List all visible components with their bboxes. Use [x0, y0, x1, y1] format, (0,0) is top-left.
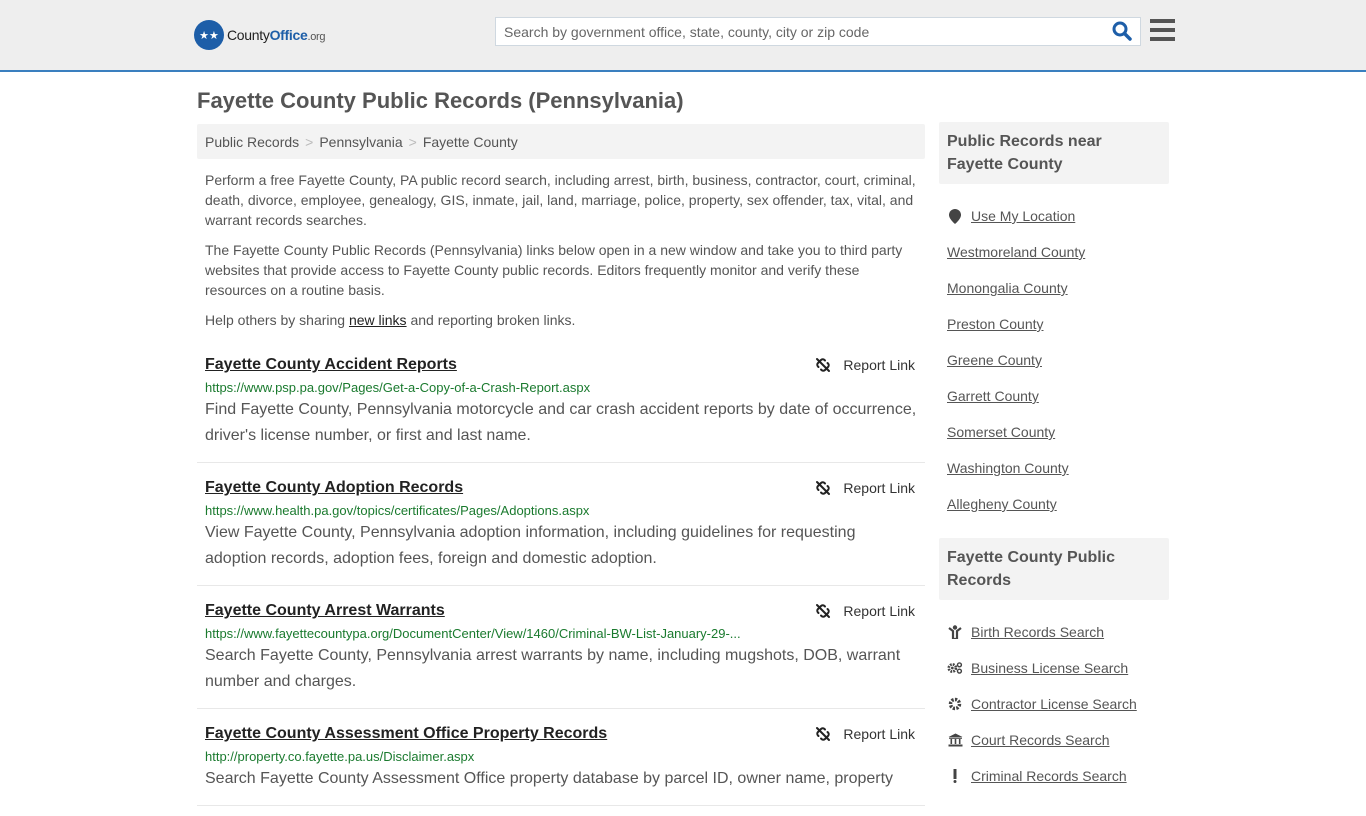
- nearby-records-heading: Public Records near Fayette County: [939, 122, 1169, 184]
- county-record-link[interactable]: Contractor License Search: [971, 696, 1137, 712]
- county-records-list: Birth Records Search Business License Sea…: [939, 614, 1169, 794]
- search-box: [495, 17, 1141, 46]
- nearby-county-link[interactable]: Use My Location: [971, 208, 1075, 224]
- county-record-item: Contractor License Search: [947, 686, 1161, 722]
- report-link-button[interactable]: Report Link: [815, 726, 915, 742]
- report-link-label: Report Link: [843, 357, 915, 373]
- hamburger-menu-button[interactable]: [1150, 19, 1175, 41]
- nearby-county-link[interactable]: Washington County: [947, 460, 1069, 476]
- record-title-link[interactable]: Fayette County Assessment Office Propert…: [205, 725, 607, 743]
- record-item: Fayette County Assessment Office Propert…: [197, 719, 925, 806]
- report-link-label: Report Link: [843, 480, 915, 496]
- broken-link-icon: [816, 481, 831, 495]
- nearby-county-item: Westmoreland County: [947, 234, 1161, 270]
- county-records-heading: Fayette County Public Records: [939, 538, 1169, 600]
- breadcrumb-separator: >: [408, 134, 417, 150]
- nearby-county-item: Garrett County: [947, 378, 1161, 414]
- breadcrumb-current: Fayette County: [422, 134, 518, 150]
- nearby-county-link[interactable]: Somerset County: [947, 424, 1055, 440]
- gear-icon: [947, 697, 963, 711]
- nearby-county-item: Use My Location: [947, 198, 1161, 234]
- page-title: Fayette County Public Records (Pennsylva…: [197, 88, 684, 113]
- breadcrumb-public-records[interactable]: Public Records: [205, 134, 299, 150]
- nearby-county-link[interactable]: Monongalia County: [947, 280, 1068, 296]
- share-paragraph: Help others by sharing new links and rep…: [205, 312, 576, 328]
- report-link-label: Report Link: [843, 603, 915, 619]
- county-record-item: Business License Search: [947, 650, 1161, 686]
- nearby-county-item: Greene County: [947, 342, 1161, 378]
- record-description: Search Fayette County Assessment Office …: [205, 770, 894, 787]
- record-item: Fayette County Arrest Warrants Report Lin…: [197, 596, 925, 709]
- baby-icon: [947, 625, 963, 639]
- intro-text: Perform a free Fayette County, PA public…: [197, 170, 925, 330]
- search-button[interactable]: [1112, 21, 1134, 43]
- broken-link-icon: [816, 604, 831, 618]
- nearby-county-link[interactable]: Allegheny County: [947, 496, 1057, 512]
- record-item: Fayette County Adoption Records Report Li…: [197, 473, 925, 586]
- report-link-button[interactable]: Report Link: [815, 603, 915, 619]
- nearby-county-link[interactable]: Greene County: [947, 352, 1042, 368]
- record-title-link[interactable]: Fayette County Accident Reports: [205, 356, 457, 374]
- record-url[interactable]: https://www.psp.pa.gov/Pages/Get-a-Copy-…: [205, 380, 917, 395]
- nearby-county-link[interactable]: Westmoreland County: [947, 244, 1085, 260]
- record-url[interactable]: http://property.co.fayette.pa.us/Disclai…: [205, 749, 917, 764]
- nearby-counties-list: Use My Location Westmoreland County Monong…: [939, 198, 1169, 522]
- intro-paragraph: The Fayette County Public Records (Penns…: [205, 242, 903, 298]
- record-description: View Fayette County, Pennsylvania adopti…: [205, 524, 856, 567]
- intro-paragraph: Perform a free Fayette County, PA public…: [205, 172, 916, 228]
- courthouse-icon: [947, 733, 963, 747]
- nearby-county-item: Preston County: [947, 306, 1161, 342]
- record-url[interactable]: https://www.health.pa.gov/topics/certifi…: [205, 503, 917, 518]
- record-url[interactable]: https://www.fayettecountypa.org/Document…: [205, 626, 917, 641]
- menu-bar: [1150, 28, 1175, 32]
- menu-bar: [1150, 19, 1175, 23]
- breadcrumb: Public Records > Pennsylvania > Fayette Coun…: [197, 124, 925, 159]
- nearby-county-link[interactable]: Garrett County: [947, 388, 1039, 404]
- site-logo[interactable]: ★★ CountyOffice.org: [194, 20, 326, 50]
- broken-link-icon: [816, 358, 831, 372]
- report-link-label: Report Link: [843, 726, 915, 742]
- records-list: Fayette County Accident Reports Report Li…: [197, 350, 925, 806]
- broken-link-icon: [816, 727, 831, 741]
- county-record-link[interactable]: Birth Records Search: [971, 624, 1104, 640]
- record-description: Search Fayette County, Pennsylvania arre…: [205, 647, 901, 690]
- gears-icon: [947, 661, 963, 675]
- search-input[interactable]: [496, 18, 1096, 45]
- eagle-logo-icon: ★★: [194, 20, 224, 50]
- main-content: Public Records > Pennsylvania > Fayette Coun…: [197, 124, 925, 816]
- report-link-button[interactable]: Report Link: [815, 357, 915, 373]
- nearby-county-item: Washington County: [947, 450, 1161, 486]
- nearby-county-item: Allegheny County: [947, 486, 1161, 522]
- top-header: ★★ CountyOffice.org: [0, 0, 1366, 72]
- new-links-link[interactable]: new links: [349, 312, 407, 328]
- county-record-link[interactable]: Business License Search: [971, 660, 1128, 676]
- county-record-item: Criminal Records Search: [947, 758, 1161, 794]
- search-icon: [1112, 21, 1132, 41]
- county-record-link[interactable]: Court Records Search: [971, 732, 1110, 748]
- nearby-county-link[interactable]: Preston County: [947, 316, 1044, 332]
- nearby-county-item: Somerset County: [947, 414, 1161, 450]
- nearby-county-item: Monongalia County: [947, 270, 1161, 306]
- breadcrumb-pennsylvania[interactable]: Pennsylvania: [319, 134, 402, 150]
- record-description: Find Fayette County, Pennsylvania motorc…: [205, 401, 917, 444]
- exclamation-icon: [947, 769, 963, 783]
- record-title-link[interactable]: Fayette County Adoption Records: [205, 479, 463, 497]
- county-record-item: Court Records Search: [947, 722, 1161, 758]
- breadcrumb-separator: >: [305, 134, 314, 150]
- record-item: Fayette County Accident Reports Report Li…: [197, 350, 925, 463]
- menu-bar: [1150, 37, 1175, 41]
- map-marker-icon: [947, 208, 963, 224]
- logo-text: CountyOffice.org: [227, 27, 326, 43]
- county-record-link[interactable]: Criminal Records Search: [971, 768, 1127, 784]
- report-link-button[interactable]: Report Link: [815, 480, 915, 496]
- sidebar: Public Records near Fayette County Use M…: [939, 122, 1169, 794]
- county-record-item: Birth Records Search: [947, 614, 1161, 650]
- record-title-link[interactable]: Fayette County Arrest Warrants: [205, 602, 445, 620]
